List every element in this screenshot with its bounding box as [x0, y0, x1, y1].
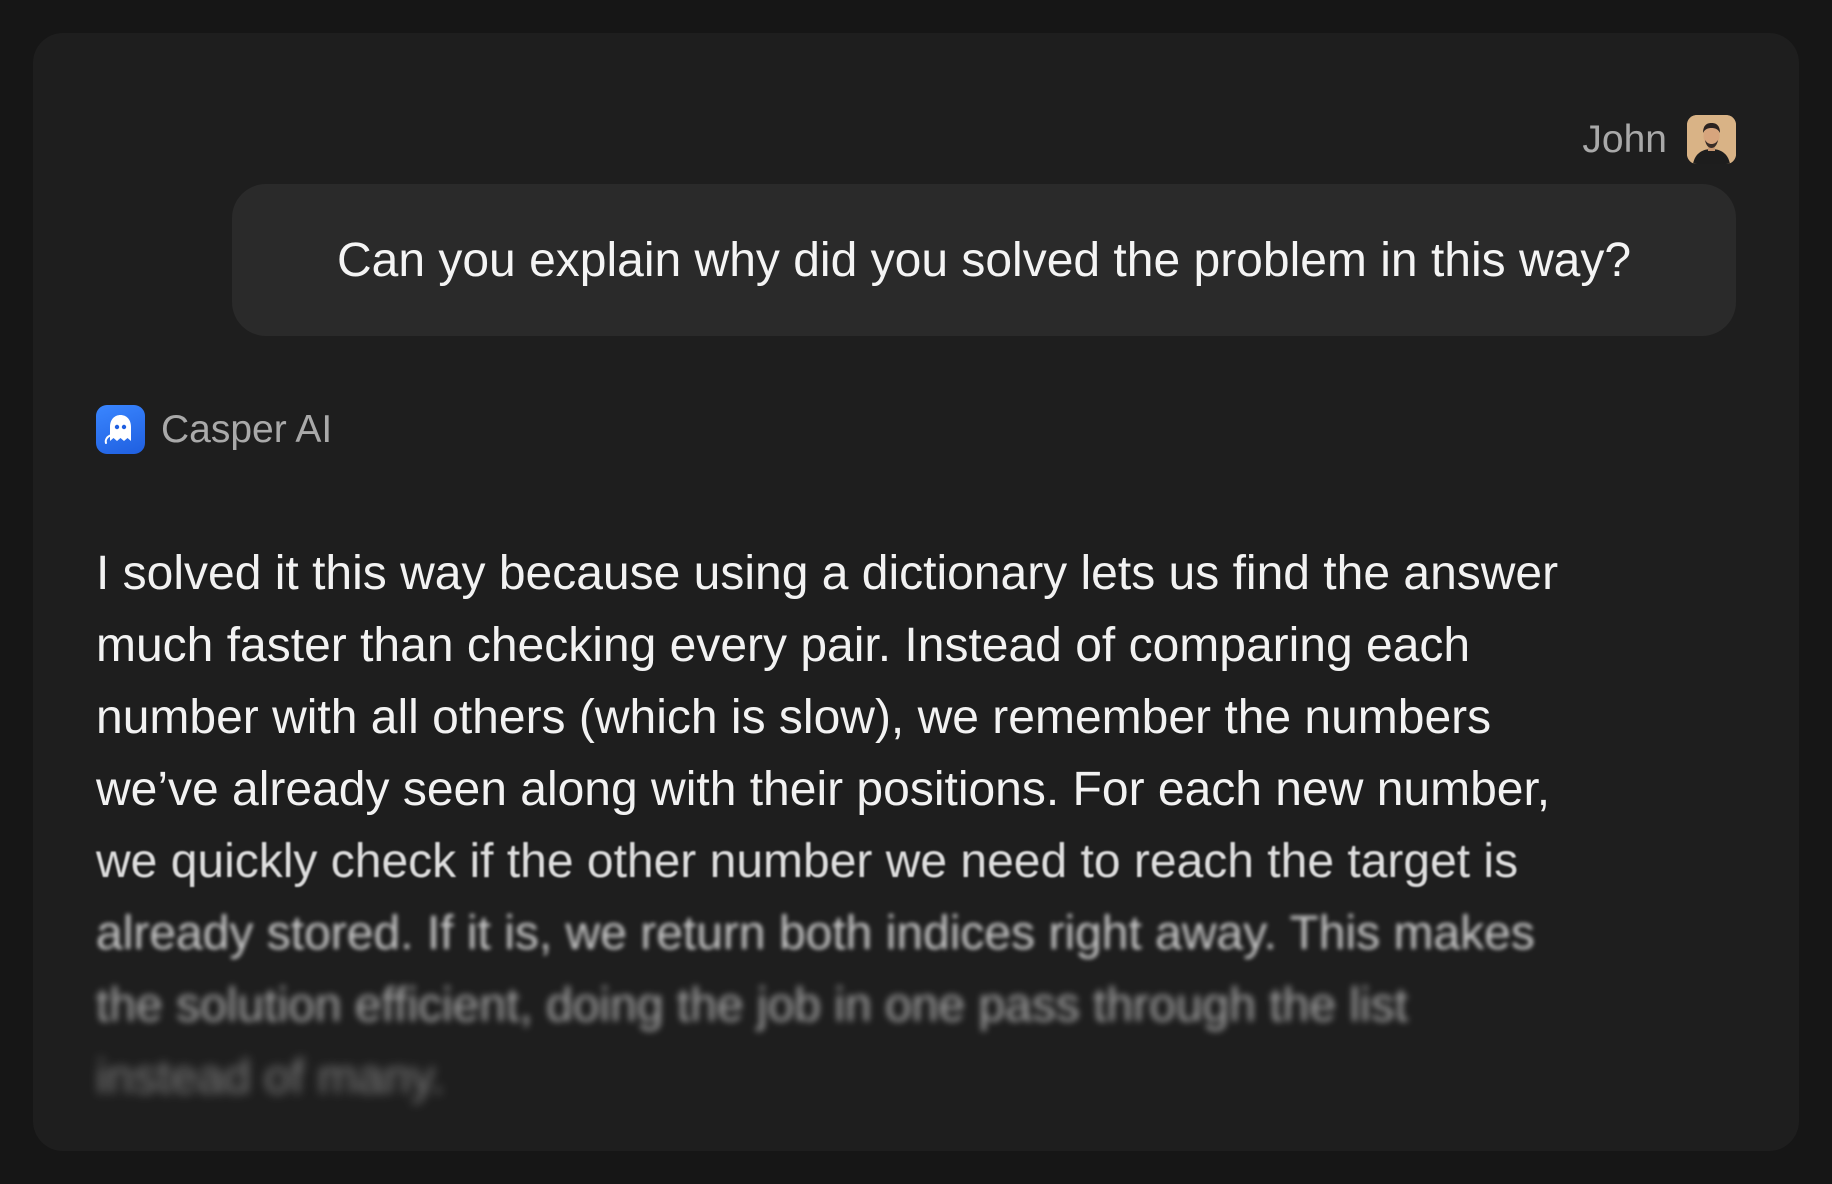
assistant-message-line: number with all others (which is slow), … [96, 691, 1492, 744]
user-message-text: Can you explain why did you solved the p… [336, 233, 1632, 287]
assistant-name: Casper AI [161, 408, 333, 451]
assistant-message-line-blurred: already stored. If it is, we return both… [96, 907, 1535, 960]
assistant-message-line: much faster than checking every pair. In… [96, 619, 1471, 672]
user-message-bubble: Can you explain why did you solved the p… [232, 184, 1736, 336]
assistant-message-text: I solved it this way because using a dic… [96, 538, 1746, 1114]
ghost-logo-icon [96, 405, 145, 454]
chat-card: John Can you explain why did you solved … [33, 33, 1799, 1151]
assistant-message-line: I solved it this way because using a dic… [96, 547, 1559, 600]
assistant-message-line-blurred: the solution efficient, doing the job in… [96, 979, 1409, 1032]
assistant-message-header: Casper AI [96, 405, 332, 454]
assistant-message-line-blurred: we quickly check if the other number we … [96, 835, 1519, 888]
user-name: John [1582, 118, 1667, 161]
assistant-message-line: we’ve already seen along with their posi… [96, 763, 1551, 816]
user-avatar-icon [1687, 115, 1736, 164]
user-avatar[interactable] [1687, 115, 1736, 164]
user-message-header: John [1582, 115, 1736, 164]
assistant-message-line-blurred: instead of many. [96, 1051, 445, 1104]
